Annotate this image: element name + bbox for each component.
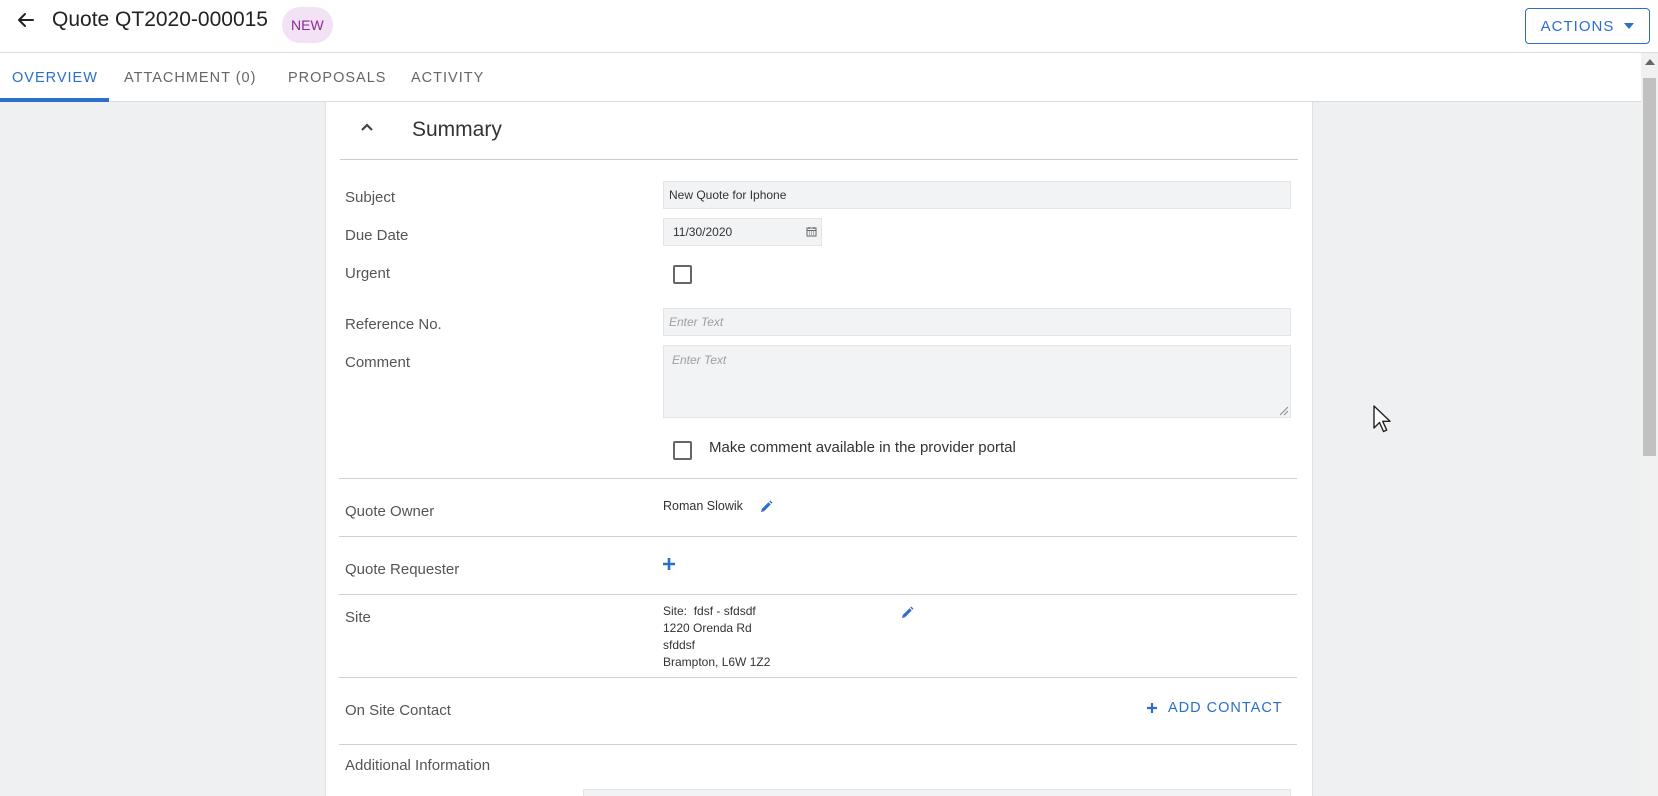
on-site-contact-label: On Site Contact	[345, 702, 451, 719]
quote-requester-label: Quote Requester	[345, 561, 460, 578]
caret-down-icon	[1624, 23, 1635, 29]
divider	[339, 536, 1297, 537]
actions-button[interactable]: ACTIONS	[1525, 8, 1650, 44]
subject-label: Subject	[345, 189, 396, 206]
calendar-icon[interactable]	[806, 226, 817, 237]
plus-icon	[1147, 703, 1157, 713]
page-title: Quote QT2020-000015	[52, 8, 268, 31]
additional-info-field[interactable]	[583, 789, 1291, 796]
scroll-up-arrow[interactable]	[1645, 59, 1655, 65]
vertical-scrollbar[interactable]	[1641, 53, 1658, 796]
add-contact-label: ADD CONTACT	[1168, 700, 1283, 716]
comment-placeholder: Enter Text	[672, 353, 727, 367]
site-label: Site	[345, 609, 371, 626]
tab-overview[interactable]: OVERVIEW	[12, 53, 98, 102]
urgent-label: Urgent	[345, 265, 391, 282]
scroll-thumb[interactable]	[1643, 78, 1656, 456]
site-address-line1: 1220 Orenda Rd	[663, 621, 752, 635]
edit-site-pencil-icon[interactable]	[900, 606, 914, 620]
mouse-cursor-icon	[1373, 405, 1391, 433]
resize-grip-icon[interactable]	[1279, 406, 1289, 416]
add-contact-button[interactable]: ADD CONTACT	[1146, 700, 1283, 716]
reference-input[interactable]: Enter Text	[663, 308, 1291, 336]
quote-owner-label: Quote Owner	[345, 503, 435, 520]
site-name: fdsf - sfdsdf	[693, 604, 756, 618]
site-address-line3: Brampton, L6W 1Z2	[663, 655, 771, 669]
divider	[339, 594, 1297, 595]
add-requester-plus-icon[interactable]	[662, 557, 676, 571]
quote-owner-value: Roman Slowik	[663, 499, 743, 513]
reference-label: Reference No.	[345, 316, 442, 333]
subject-input[interactable]: New Quote for Iphone	[663, 181, 1291, 209]
due-date-value: 11/30/2020	[673, 225, 733, 239]
comment-textarea[interactable]: Enter Text	[663, 345, 1291, 418]
divider	[339, 677, 1297, 678]
site-prefix: Site:	[663, 604, 688, 618]
divider	[339, 478, 1297, 479]
due-date-input[interactable]: 11/30/2020	[663, 218, 822, 246]
actions-label: ACTIONS	[1540, 17, 1615, 35]
divider	[339, 744, 1297, 745]
due-date-label: Due Date	[345, 227, 409, 244]
additional-info-label: Additional Information	[345, 757, 491, 774]
arrow-left-icon	[18, 13, 34, 27]
active-tab-indicator	[0, 98, 109, 102]
urgent-checkbox[interactable]	[673, 265, 692, 284]
provider-portal-checkbox[interactable]	[673, 441, 692, 460]
site-name-line: Site: fdsf - sfdsdf	[663, 603, 770, 620]
provider-portal-label: Make comment available in the provider p…	[709, 439, 1016, 456]
form-area: Subject New Quote for Iphone Due Date 11…	[325, 0, 1313, 796]
back-button[interactable]	[12, 6, 40, 34]
site-address-line2: sfddsf	[663, 638, 696, 652]
tab-attachment[interactable]: ATTACHMENT (0)	[124, 53, 256, 102]
comment-label: Comment	[345, 354, 411, 371]
edit-owner-pencil-icon[interactable]	[759, 500, 773, 514]
site-address: Site: fdsf - sfdsdf 1220 Orenda Rd sfdds…	[663, 603, 770, 671]
